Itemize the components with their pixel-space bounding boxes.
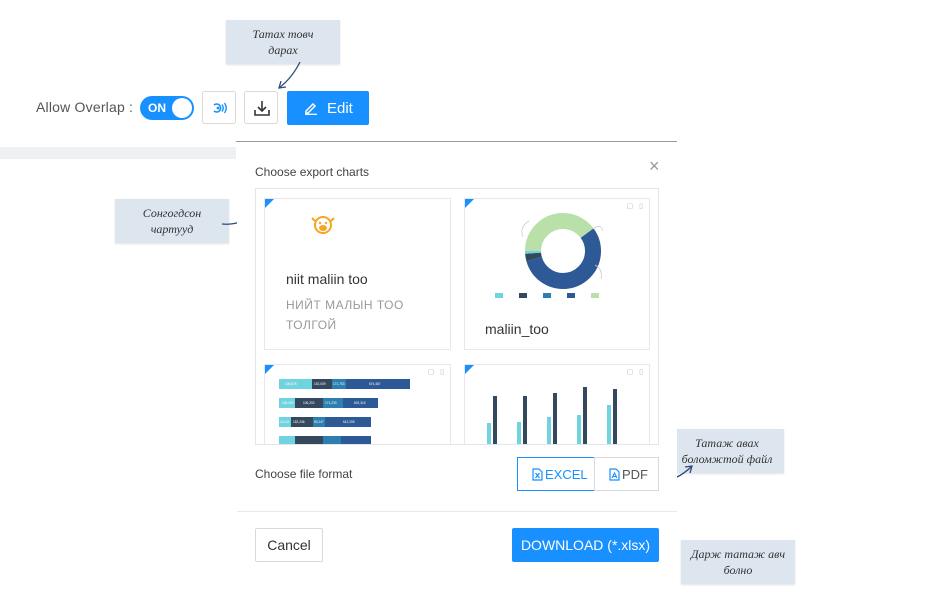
bar-group <box>577 387 587 444</box>
stacked-bar-chart: 106,878 152,009 171,753 674,467 106,260 … <box>279 379 410 444</box>
bar-group <box>607 389 617 444</box>
chart-card-subtitle: НИЙТ МАЛЫН ТОО ТОЛГОЙ <box>286 298 404 332</box>
svg-text:612,205: 612,205 <box>343 420 355 424</box>
format-excel-label: EXCEL <box>545 467 588 482</box>
chart-selection-area[interactable]: niit maliin too НИЙТ МАЛЫН ТОО ТОЛГОЙ ▢ … <box>255 188 659 445</box>
svg-text:152,246: 152,246 <box>293 420 305 424</box>
format-excel-button[interactable]: EXCEL <box>517 457 595 491</box>
donut-legend <box>495 293 599 298</box>
svg-text:674,467: 674,467 <box>369 382 381 386</box>
bar-row <box>279 436 371 444</box>
bar-row: 106,260 106,202 171,233 602,315 <box>279 398 378 408</box>
bar-group <box>487 396 497 444</box>
svg-text:90,147: 90,147 <box>314 420 324 424</box>
export-modal: Choose export charts × niit maliin too Н… <box>237 142 677 595</box>
chart-card-stacked-bars[interactable]: ▢ ▯ 106,878 152,009 171,753 674,467 106,… <box>264 364 451 444</box>
bar-group <box>547 393 557 444</box>
svg-text:106,202: 106,202 <box>303 401 315 405</box>
svg-text:602,315: 602,315 <box>354 401 366 405</box>
card-action-icons: ▢ ▯ <box>427 369 446 376</box>
svg-text:111,10: 111,10 <box>280 420 290 424</box>
card-action-icons: ▢ ▯ <box>626 203 645 210</box>
donut-chart <box>521 213 604 289</box>
svg-text:152,009: 152,009 <box>314 382 326 386</box>
svg-text:106,260: 106,260 <box>282 401 294 405</box>
svg-text:171,753: 171,753 <box>333 382 345 386</box>
svg-text:106,878: 106,878 <box>285 382 297 386</box>
selected-corner-mark <box>465 199 474 208</box>
modal-title: Choose export charts <box>255 165 370 179</box>
card-action-icons: ▢ ▯ <box>626 369 645 376</box>
selected-corner-mark <box>465 365 474 374</box>
chart-card-niit-maliin-too[interactable]: niit maliin too НИЙТ МАЛЫН ТОО ТОЛГОЙ <box>264 198 451 350</box>
close-icon[interactable]: × <box>649 156 660 177</box>
bar-row: 106,878 152,009 171,753 674,467 <box>279 379 410 389</box>
selected-corner-mark <box>265 365 274 374</box>
chart-card-title: maliin_too <box>485 321 549 337</box>
chart-card-maliin-too[interactable]: ▢ ▯ maliin_too <box>464 198 650 350</box>
format-pdf-label: PDF <box>622 467 648 482</box>
format-pdf-button[interactable]: PDF <box>594 457 659 491</box>
footer-divider <box>237 511 677 512</box>
grouped-bar-chart <box>487 387 617 444</box>
livestock-icon <box>311 216 335 234</box>
pdf-file-icon <box>609 468 620 481</box>
chart-card-title: niit maliin too <box>286 271 368 287</box>
cancel-button[interactable]: Cancel <box>255 528 323 562</box>
excel-file-icon <box>532 468 543 481</box>
chart-card-grouped-bars[interactable]: ▢ ▯ <box>464 364 650 444</box>
page: Allow Overlap : ON Edit Татах товч дарах <box>0 0 939 595</box>
svg-text:171,233: 171,233 <box>325 401 337 405</box>
selected-corner-mark <box>265 199 274 208</box>
bar-group <box>517 396 527 444</box>
download-xlsx-button[interactable]: DOWNLOAD (*.xlsx) <box>512 528 659 562</box>
bar-row: 111,10 152,246 90,147 612,205 <box>279 417 371 427</box>
file-format-label: Choose file format <box>255 467 353 481</box>
